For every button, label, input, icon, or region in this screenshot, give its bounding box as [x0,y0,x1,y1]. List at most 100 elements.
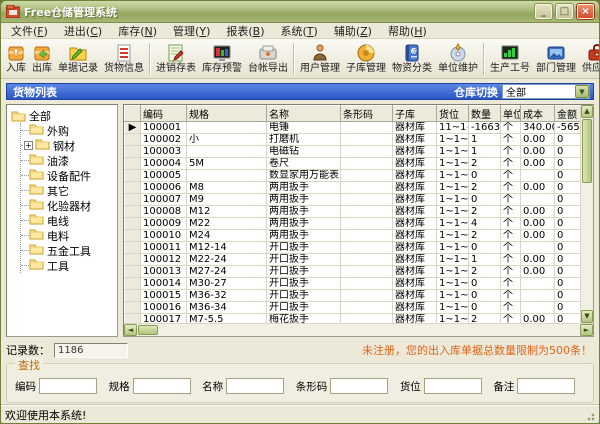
table-row[interactable]: 100017M7-5.5梅花扳手器材库1~1~42个0.000 [125,314,581,324]
tree-item-化验器材[interactable]: 化验器材 [21,198,117,213]
toolbar-button-label: 用户管理 [300,63,340,75]
row-selector-cell[interactable] [125,134,141,146]
toolbar-button-goods-info[interactable]: 货物信息 [101,40,147,78]
toolbar-button-report[interactable]: 进销存表 [153,40,199,78]
menu-item-Z[interactable]: 辅助(Z) [326,22,380,40]
toolbar-button-inbox[interactable]: 入库 [3,40,29,78]
column-header-名称[interactable]: 名称 [267,106,341,122]
table-row[interactable]: 100015M36-32开口扳手器材库1~1~40个0 [125,290,581,302]
table-row[interactable]: 100002小打磨机器材库1~1~11个0.000 [125,134,581,146]
table-row[interactable]: 1000045M卷尺器材库1~1~12个0.000 [125,158,581,170]
column-header-单位[interactable]: 单位 [501,106,521,122]
horizontal-scrollbar[interactable]: ◄ ► [124,323,593,336]
menu-item-Y[interactable]: 管理(Y) [165,22,218,40]
toolbar-button-department[interactable]: 部门管理 [533,40,579,78]
resize-grip[interactable] [583,409,595,421]
table-row[interactable]: 100013M27-24开口扳手器材库1~1~42个0.000 [125,266,581,278]
close-button[interactable]: × [576,3,595,20]
column-header-数量[interactable]: 数量 [469,106,501,122]
menu-item-F[interactable]: 文件(F) [3,22,56,40]
table-row[interactable]: 100012M22-24开口扳手器材库1~1~41个0.000 [125,254,581,266]
row-selector-cell[interactable] [125,194,141,206]
tree-item-外购[interactable]: 外购 [21,123,117,138]
toolbar-button-sublibrary[interactable]: 子库管理 [343,40,389,78]
row-selector-cell[interactable] [125,302,141,314]
scroll-left-icon[interactable]: ◄ [124,324,137,336]
row-selector-cell[interactable] [125,242,141,254]
row-selector-cell[interactable] [125,170,141,182]
tree-item-电线[interactable]: 电线 [21,213,117,228]
row-selector-cell[interactable] [125,290,141,302]
toolbar-button-category[interactable]: @物资分类 [389,40,435,78]
table-row[interactable]: 100003电磁钻器材库1~1~11个0.000 [125,146,581,158]
row-selector-cell[interactable] [125,230,141,242]
table-row[interactable]: 100005数显家用万能表器材库1~1~10个0 [125,170,581,182]
menu-item-N[interactable]: 库存(N) [110,22,165,40]
row-selector-cell[interactable] [125,314,141,324]
hscroll-thumb[interactable] [138,325,158,335]
scroll-down-icon[interactable]: ▼ [581,310,593,323]
vscroll-thumb[interactable] [582,119,592,183]
tree-item-其它[interactable]: 其它 [21,183,117,198]
row-selector-cell[interactable] [125,254,141,266]
menu-item-B[interactable]: 报表(B) [218,22,272,40]
search-input-条形码[interactable] [330,378,388,394]
table-row[interactable]: 100016M36-34开口扳手器材库1~1~40个0 [125,302,581,314]
toolbar-button-alert[interactable]: 库存预警 [199,40,245,78]
search-input-编码[interactable] [39,378,97,394]
search-input-货位[interactable] [424,378,482,394]
tree-item-钢材[interactable]: +钢材 [21,138,117,153]
column-header-货位[interactable]: 货位 [437,106,469,122]
scroll-right-icon[interactable]: ► [580,324,593,336]
warehouse-select[interactable]: 全部 ▼ [502,84,590,99]
menu-item-T[interactable]: 系统(T) [273,22,326,40]
chevron-down-icon[interactable]: ▼ [575,85,589,98]
maximize-button[interactable]: □ [555,3,574,20]
tree-item-油漆[interactable]: 油漆 [21,153,117,168]
minimize-button[interactable]: _ [534,3,553,20]
table-row[interactable]: 100014M30-27开口扳手器材库1~1~40个0 [125,278,581,290]
row-selector-cell[interactable] [125,278,141,290]
table-row[interactable]: 100011M12-14开口扳手器材库1~1~40个0 [125,242,581,254]
column-header-金额[interactable]: 金额 [555,106,581,122]
table-row[interactable]: 100009M22两用扳手器材库1~1~44个0.000 [125,218,581,230]
tree-item-电料[interactable]: 电料 [21,228,117,243]
menu-item-C[interactable]: 进出(C) [56,22,110,40]
vertical-scrollbar[interactable]: ▲ ▼ [580,105,593,323]
menu-item-H[interactable]: 帮助(H) [380,22,435,40]
toolbar-button-export[interactable]: 台帐导出 [245,40,291,78]
row-selector-cell[interactable] [125,158,141,170]
table-row[interactable]: 100008M12两用扳手器材库1~1~42个0.000 [125,206,581,218]
row-selector-cell[interactable] [125,206,141,218]
search-input-名称[interactable] [226,378,284,394]
row-selector-cell[interactable] [125,266,141,278]
column-header-子库[interactable]: 子库 [393,106,437,122]
toolbar-button-factory[interactable]: 生产工号 [487,40,533,78]
tree-item-五金工具[interactable]: 五金工具 [21,243,117,258]
toolbar-button-supplier[interactable]: 供应商 [579,40,600,78]
column-header-编码[interactable]: 编码 [141,106,187,122]
search-input-备注[interactable] [517,378,575,394]
column-header-成本[interactable]: 成本 [521,106,555,122]
row-selector-cell[interactable] [125,146,141,158]
column-header-条形码[interactable]: 条形码 [341,106,393,122]
table-row[interactable]: 100010M24两用扳手器材库1~1~42个0.000 [125,230,581,242]
table-row[interactable]: 100006M8两用扳手器材库1~1~42个0.000 [125,182,581,194]
toolbar-button-outbox[interactable]: 出库 [29,40,55,78]
tree-item-root[interactable]: 全部 [11,108,117,123]
toolbar-button-users[interactable]: 用户管理 [297,40,343,78]
toolbar-button-records[interactable]: 单据记录 [55,40,101,78]
tree-item-工具[interactable]: 工具 [21,258,117,273]
row-selector-cell[interactable] [125,182,141,194]
row-selector-cell[interactable]: ▶ [125,122,141,134]
scroll-up-icon[interactable]: ▲ [581,105,593,118]
row-selector-cell[interactable] [125,218,141,230]
expand-plus-icon[interactable]: + [24,141,33,150]
search-input-规格[interactable] [133,378,191,394]
table-row[interactable]: 100007M9两用扳手器材库1~1~40个0 [125,194,581,206]
tree-item-设备配件[interactable]: 设备配件 [21,168,117,183]
table-cell: 个 [501,314,521,324]
column-header-规格[interactable]: 规格 [187,106,267,122]
table-row[interactable]: ▶100001电锤器材库11~1~-1663.个340.00-565624消 [125,122,581,134]
toolbar-button-unit[interactable]: 单位维护 [435,40,481,78]
